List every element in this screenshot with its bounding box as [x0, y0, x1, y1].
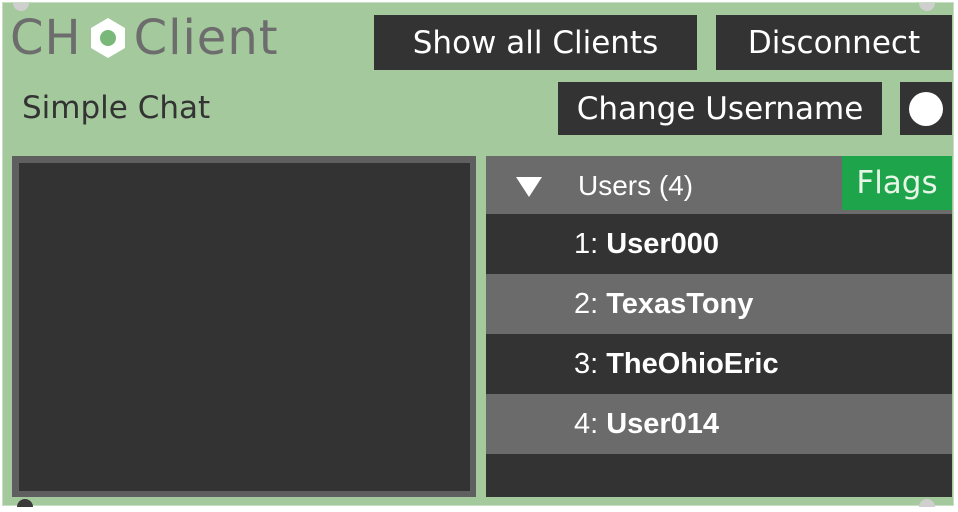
- resize-handle-bottom-right[interactable]: [919, 499, 935, 507]
- logo-prefix: CH: [10, 10, 82, 66]
- disconnect-button[interactable]: Disconnect: [716, 15, 952, 70]
- app-logo: CH Client: [10, 10, 279, 66]
- status-toggle[interactable]: [900, 82, 952, 135]
- toggle-knob-icon: [909, 91, 943, 126]
- users-title: Users (4): [578, 170, 694, 201]
- user-number: 1:: [574, 227, 599, 260]
- show-all-clients-button[interactable]: Show all Clients: [374, 15, 697, 70]
- users-panel: Users (4) Flags 1: User000 2: TexasTony …: [486, 156, 952, 497]
- change-username-button[interactable]: Change Username: [558, 82, 882, 135]
- user-list-item[interactable]: 4: User014: [486, 394, 952, 454]
- user-number: 4:: [574, 407, 599, 440]
- users-header: Users (4) Flags: [486, 156, 952, 214]
- user-name: User014: [606, 407, 720, 440]
- user-name: TheOhioEric: [606, 347, 779, 380]
- hex-nut-icon: [90, 18, 125, 58]
- flags-button[interactable]: Flags: [842, 156, 952, 210]
- user-name: User000: [606, 227, 720, 260]
- page-subtitle: Simple Chat: [22, 90, 211, 126]
- resize-handle-top-right[interactable]: [919, 3, 935, 11]
- user-list-item[interactable]: 2: TexasTony: [486, 274, 952, 334]
- user-number: 3:: [574, 347, 599, 380]
- user-list-item[interactable]: 1: User000: [486, 214, 952, 274]
- user-name: TexasTony: [606, 287, 754, 320]
- chat-area[interactable]: [19, 163, 470, 491]
- user-list-item[interactable]: 3: TheOhioEric: [486, 334, 952, 394]
- user-number: 2:: [574, 287, 599, 320]
- triangle-down-icon[interactable]: [516, 177, 542, 197]
- resize-handle-bottom-left[interactable]: [17, 499, 33, 507]
- logo-suffix: Client: [133, 10, 279, 66]
